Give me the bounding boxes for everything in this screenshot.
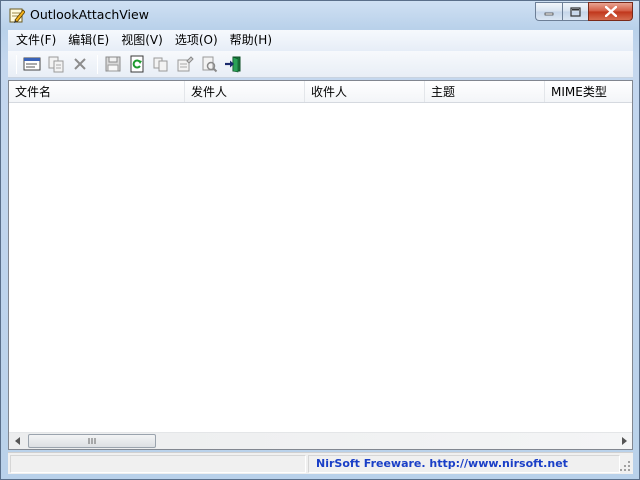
maximize-icon: [570, 6, 581, 17]
copy-items-button[interactable]: [45, 53, 67, 75]
menu-file[interactable]: 文件(F): [10, 31, 62, 50]
save-button[interactable]: [102, 53, 124, 75]
refresh-icon: [130, 55, 144, 73]
find-icon: [202, 56, 218, 73]
save-floppy-icon: [105, 56, 121, 72]
find-button[interactable]: [198, 53, 220, 75]
nirsoft-link[interactable]: NirSoft Freeware. http://www.nirsoft.net: [316, 457, 568, 470]
pencil-paper-icon: [9, 7, 26, 23]
copy-icon: [153, 57, 168, 72]
arrow-right-icon: [621, 437, 627, 445]
menu-edit[interactable]: 编辑(E): [62, 31, 115, 50]
menu-view[interactable]: 视图(V): [115, 31, 169, 50]
close-button[interactable]: [588, 2, 633, 21]
column-header-to[interactable]: 收件人: [305, 81, 425, 102]
properties-window-button[interactable]: [21, 53, 43, 75]
column-header-filename[interactable]: 文件名: [9, 81, 185, 102]
list-header: 文件名 发件人 收件人 主题 MIME类型: [9, 81, 632, 103]
exit-icon: [225, 56, 241, 73]
minimize-button[interactable]: [535, 2, 562, 21]
scroll-right-button[interactable]: [615, 433, 632, 449]
resize-grip-icon[interactable]: [619, 460, 631, 472]
column-header-from[interactable]: 发件人: [185, 81, 305, 102]
caption-buttons: [535, 2, 633, 21]
properties-window-icon: [23, 57, 41, 71]
copy-button[interactable]: [150, 53, 172, 75]
window-title: OutlookAttachView: [30, 7, 149, 22]
delete-x-icon: [74, 58, 86, 70]
scroll-thumb[interactable]: [28, 434, 156, 448]
delete-button[interactable]: [69, 53, 91, 75]
menu-help[interactable]: 帮助(H): [224, 31, 278, 50]
status-bar: NirSoft Freeware. http://www.nirsoft.net: [8, 452, 633, 474]
list-body[interactable]: [9, 104, 632, 432]
properties-button[interactable]: [174, 53, 196, 75]
toolbar-separator: [97, 54, 98, 74]
horizontal-scrollbar[interactable]: [9, 432, 632, 449]
status-pane-count: [10, 455, 306, 473]
menu-bar: 文件(F) 编辑(E) 视图(V) 选项(O) 帮助(H): [8, 30, 633, 51]
refresh-button[interactable]: [126, 53, 148, 75]
maximize-button[interactable]: [562, 2, 588, 21]
minimize-icon: [544, 12, 554, 15]
scroll-left-button[interactable]: [9, 433, 26, 449]
app-window: OutlookAttachView 文件(F) 编辑(E) 视图(V) 选项(O…: [0, 0, 640, 480]
copy-items-icon: [48, 56, 64, 73]
toolbar-separator: [16, 54, 17, 74]
column-header-subject[interactable]: 主题: [425, 81, 545, 102]
properties-icon: [177, 56, 194, 72]
close-icon: [604, 6, 617, 17]
menu-options[interactable]: 选项(O): [169, 31, 224, 50]
arrow-left-icon: [14, 437, 20, 445]
exit-button[interactable]: [222, 53, 244, 75]
attachments-list[interactable]: 文件名 发件人 收件人 主题 MIME类型: [8, 80, 633, 450]
title-bar[interactable]: OutlookAttachView: [1, 1, 639, 29]
column-header-mime-type[interactable]: MIME类型: [545, 81, 632, 102]
toolbar: [8, 51, 633, 78]
grip-lines-icon: [88, 438, 96, 444]
